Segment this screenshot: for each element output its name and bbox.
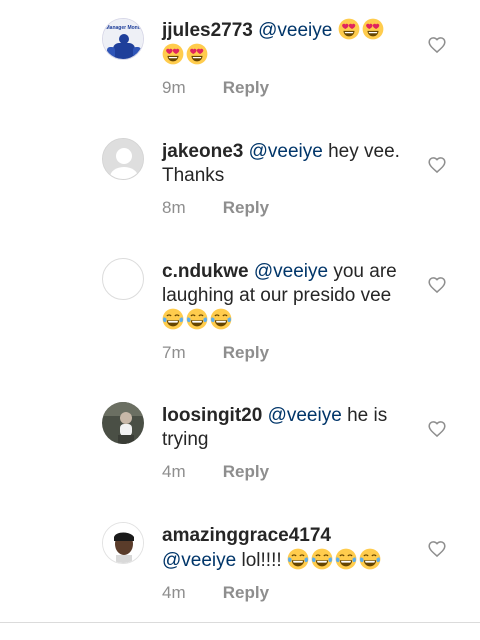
avatar[interactable] [102,402,144,444]
bottom-divider [0,622,480,623]
heart-outline-icon[interactable] [427,419,447,439]
timestamp: 4m [162,583,186,602]
timestamp: 7m [162,343,186,362]
mention-link[interactable]: @veeiye [268,405,342,426]
tears-of-joy-icon [287,548,309,570]
reply-button[interactable]: Reply [223,462,269,481]
heart-outline-icon[interactable] [427,35,447,55]
comment-message: lol!!!! [241,550,282,571]
comment-text: jakeone3 @veeiye hey vee. Thanks [162,140,412,188]
tears-of-joy-icon [162,308,184,330]
timestamp: 4m [162,462,186,481]
comment-text: c.ndukwe @veeiye you are laughing at our… [162,260,412,333]
heart-outline-icon[interactable] [427,539,447,559]
heart-eyes-icon [338,18,360,40]
username[interactable]: c.ndukwe [162,261,249,282]
tears-of-joy-icon [311,548,333,570]
reply-button[interactable]: Reply [223,198,269,217]
mention-link[interactable]: @veeiye [249,141,323,162]
comment-meta: 7m Reply [162,341,412,365]
avatar-logo-text: Manager Month [106,25,143,31]
heart-outline-icon[interactable] [427,155,447,175]
comment-meta: 4m Reply [162,460,412,484]
comment-meta: 8m Reply [162,196,412,220]
tears-of-joy-icon [359,548,381,570]
heart-outline-icon[interactable] [427,275,447,295]
timestamp: 9m [162,78,186,97]
reply-button[interactable]: Reply [223,78,269,97]
mention-link[interactable]: @veeiye [162,550,236,571]
avatar[interactable] [102,138,144,180]
mention-link[interactable]: @veeiye [258,20,332,41]
tears-of-joy-icon [186,308,208,330]
username[interactable]: jakeone3 [162,141,243,162]
comment-body: loosingit20 @veeiye he is trying 4m Repl… [162,404,412,484]
comment-meta: 9m Reply [162,76,412,100]
comment-body: jakeone3 @veeiye hey vee. Thanks 8m Repl… [162,140,412,220]
reply-button[interactable]: Reply [223,583,269,602]
heart-eyes-icon [186,43,208,65]
tears-of-joy-icon [335,548,357,570]
tears-of-joy-icon [210,308,232,330]
username[interactable]: amazinggrace4174 [162,525,331,546]
comment-body: jjules2773 @veeiye 9m Reply [162,18,412,100]
mention-link[interactable]: @veeiye [254,261,328,282]
timestamp: 8m [162,198,186,217]
comment-text: loosingit20 @veeiye he is trying [162,404,412,452]
comment-meta: 4m Reply [162,581,412,605]
reply-button[interactable]: Reply [223,343,269,362]
username[interactable]: loosingit20 [162,405,262,426]
comment-body: amazinggrace4174 @veeiye lol!!!! 4m Repl… [162,524,412,605]
avatar[interactable] [102,522,144,564]
heart-eyes-icon [362,18,384,40]
avatar[interactable]: Manager Month [102,18,144,60]
comment-text: jjules2773 @veeiye [162,18,412,68]
comment-text: amazinggrace4174 @veeiye lol!!!! [162,524,412,573]
heart-eyes-icon [162,43,184,65]
avatar[interactable] [102,258,144,300]
comment-body: c.ndukwe @veeiye you are laughing at our… [162,260,412,365]
username[interactable]: jjules2773 [162,20,253,41]
